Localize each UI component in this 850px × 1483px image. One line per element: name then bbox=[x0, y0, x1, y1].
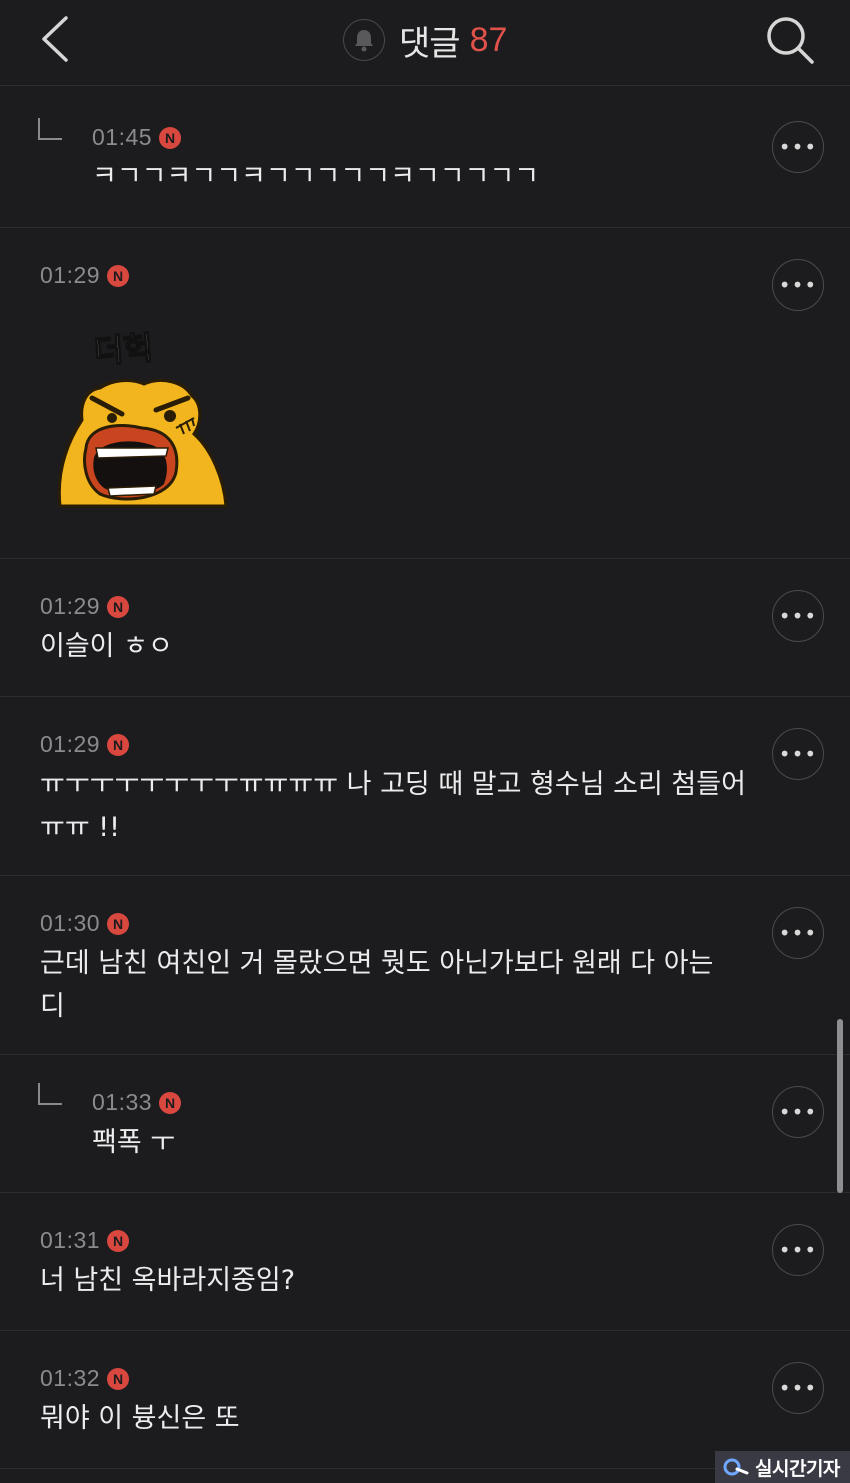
comment-item: 01:29 N ㅠㅜㅜㅜㅜㅜㅜㅜㅠㅠㅠㅠ 나 고딩 때 말고 형수님 소리 첨들… bbox=[0, 697, 850, 876]
search-icon bbox=[767, 17, 814, 64]
scrollbar-thumb[interactable] bbox=[837, 1019, 843, 1193]
comment-item: 01:32 N 뭐야 이 븅신은 또 ••• bbox=[0, 1331, 850, 1469]
new-badge: N bbox=[159, 1091, 182, 1114]
comment-time: 01:30 bbox=[40, 910, 101, 936]
comment-text: 뭐야 이 븅신은 또 bbox=[40, 1403, 240, 1434]
comment-text: 근데 남친 여친인 거 몰랐으면 뭣도 아닌가보다 원래 다 아는 디 bbox=[40, 948, 714, 1022]
reply-arrow-icon bbox=[38, 1083, 62, 1105]
comment-list: 01:45 N ㅋㄱㄱㅋㄱㄱㅋㄱㄱㄱㄱㄱㅋㄱㄱㄱㄱㄱ ••• 01:29 N •… bbox=[0, 90, 850, 1469]
new-badge: N bbox=[107, 1367, 130, 1390]
comment-time: 01:31 bbox=[40, 1227, 101, 1253]
more-options-button[interactable]: ••• bbox=[772, 1224, 824, 1276]
comment-meta: 01:32 N bbox=[40, 1365, 130, 1392]
page-title: 댓글 bbox=[399, 23, 461, 64]
comment-item: 01:45 N ㅋㄱㄱㅋㄱㄱㅋㄱㄱㄱㄱㄱㅋㄱㄱㄱㄱㄱ ••• bbox=[0, 90, 850, 228]
comment-meta: 01:31 N bbox=[40, 1227, 130, 1254]
watermark-text: 실시간기자 bbox=[755, 1457, 840, 1480]
comment-time: 01:29 bbox=[40, 731, 101, 757]
back-button[interactable] bbox=[36, 14, 80, 64]
comment-item: 01:33 N 팩폭 ㅜ ••• bbox=[0, 1055, 850, 1193]
notification-bell-button[interactable] bbox=[343, 19, 385, 61]
new-badge: N bbox=[107, 264, 130, 287]
bell-icon bbox=[355, 30, 373, 52]
new-badge: N bbox=[107, 733, 130, 756]
more-options-button[interactable]: ••• bbox=[772, 728, 824, 780]
comment-item: 01:29 N ••• 더헉 bbox=[0, 228, 850, 559]
comment-text: 너 남친 옥바라지중임? bbox=[40, 1265, 296, 1296]
comment-item: 01:29 N 이슬이 ㅎㅇ ••• bbox=[0, 559, 850, 697]
more-icon: ••• bbox=[778, 921, 818, 945]
emoticon-sticker: 더헉 bbox=[52, 318, 232, 518]
comment-count: 87 bbox=[469, 20, 508, 59]
comment-meta: 01:30 N bbox=[40, 910, 130, 937]
comment-meta: 01:29 N bbox=[40, 262, 130, 289]
comment-meta: 01:29 N bbox=[40, 731, 130, 758]
new-badge: N bbox=[159, 126, 182, 149]
more-options-button[interactable]: ••• bbox=[772, 259, 824, 311]
more-icon: ••• bbox=[778, 1238, 818, 1262]
more-options-button[interactable]: ••• bbox=[772, 121, 824, 173]
more-options-button[interactable]: ••• bbox=[772, 1362, 824, 1414]
more-icon: ••• bbox=[778, 1376, 818, 1400]
more-icon: ••• bbox=[778, 135, 818, 159]
comment-item: 01:30 N 근데 남친 여친인 거 몰랐으면 뭣도 아닌가보다 원래 다 아… bbox=[0, 876, 850, 1055]
top-bar: 댓글 87 bbox=[0, 0, 850, 86]
search-button[interactable] bbox=[764, 14, 816, 66]
watermark-logo-icon bbox=[723, 1458, 749, 1476]
comment-text: ㅠㅜㅜㅜㅜㅜㅜㅜㅠㅠㅠㅠ 나 고딩 때 말고 형수님 소리 첨들어 ㅠㅠ !! bbox=[40, 769, 746, 843]
comment-meta: 01:33 N bbox=[92, 1089, 182, 1116]
comment-time: 01:29 bbox=[40, 262, 101, 288]
more-icon: ••• bbox=[778, 1100, 818, 1124]
comment-meta: 01:29 N bbox=[40, 593, 130, 620]
watermark: 실시간기자 bbox=[715, 1451, 850, 1483]
sticker-caption: 더헉 bbox=[93, 329, 154, 371]
comment-text: 이슬이 ㅎㅇ bbox=[40, 631, 173, 662]
comment-item: 01:31 N 너 남친 옥바라지중임? ••• bbox=[0, 1193, 850, 1331]
header-title-group: 댓글 87 bbox=[343, 16, 507, 64]
more-icon: ••• bbox=[778, 604, 818, 628]
more-options-button[interactable]: ••• bbox=[772, 907, 824, 959]
more-options-button[interactable]: ••• bbox=[772, 590, 824, 642]
more-icon: ••• bbox=[778, 742, 818, 766]
new-badge: N bbox=[107, 595, 130, 618]
emoticon-image: 더헉 bbox=[57, 328, 228, 508]
comment-text: ㅋㄱㄱㅋㄱㄱㅋㄱㄱㄱㄱㄱㅋㄱㄱㄱㄱㄱ bbox=[92, 161, 540, 192]
back-icon bbox=[42, 16, 68, 62]
more-icon: ••• bbox=[778, 273, 818, 297]
comment-meta: 01:45 N bbox=[92, 124, 182, 151]
new-badge: N bbox=[107, 912, 130, 935]
reply-arrow-icon bbox=[38, 118, 62, 140]
new-badge: N bbox=[107, 1229, 130, 1252]
comment-time: 01:29 bbox=[40, 593, 101, 619]
comment-time: 01:32 bbox=[40, 1365, 101, 1391]
comment-text: 팩폭 ㅜ bbox=[92, 1127, 176, 1158]
comment-time: 01:45 bbox=[92, 124, 153, 150]
more-options-button[interactable]: ••• bbox=[772, 1086, 824, 1138]
comment-time: 01:33 bbox=[92, 1089, 153, 1115]
